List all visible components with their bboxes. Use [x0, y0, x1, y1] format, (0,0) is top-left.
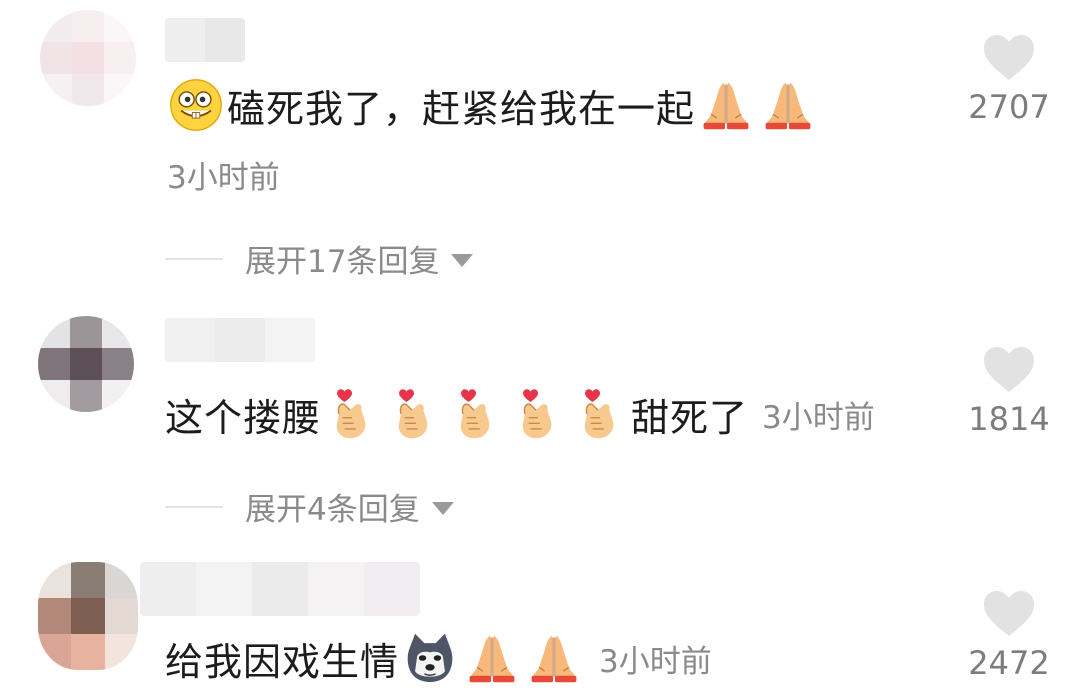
comment-body: 给我因戏生情	[165, 639, 400, 684]
avatar[interactable]	[38, 316, 134, 412]
comment-body: 磕死我了，赶紧给我在一起	[227, 86, 696, 131]
finger-heart-icon	[510, 386, 566, 442]
like-count: 2707	[968, 88, 1050, 126]
timestamp: 3小时前	[762, 399, 875, 436]
chevron-down-icon	[431, 502, 454, 515]
pray-hands-icon	[464, 630, 520, 686]
grinning-emoji-icon	[168, 77, 224, 133]
divider	[165, 257, 223, 260]
username-pixelated[interactable]	[165, 318, 315, 362]
heart-icon	[984, 591, 1034, 636]
pray-hands-icon	[526, 630, 582, 686]
expand-replies-label: 展开4条回复	[245, 492, 420, 528]
like-count: 2472	[968, 644, 1050, 682]
comment-item: 给我因戏生情 3小时前 2472	[0, 556, 1080, 696]
chevron-down-icon	[451, 254, 474, 267]
doge-emoji-icon	[402, 630, 458, 686]
like-button[interactable]: 2707	[964, 34, 1054, 126]
heart-icon	[984, 347, 1034, 392]
expand-replies-button[interactable]: 展开4条回复	[165, 484, 454, 529]
comment-item: 磕死我了，赶紧给我在一起 3小时前 展开17条回复 2707	[0, 0, 1080, 290]
avatar[interactable]	[40, 10, 136, 106]
finger-heart-icon	[572, 386, 628, 442]
timestamp: 3小时前	[599, 643, 712, 680]
heart-icon	[984, 35, 1034, 80]
pray-hands-icon	[760, 77, 816, 133]
comment-body-end: 甜死了	[631, 395, 749, 440]
comment-text: 给我因戏生情 3小时前	[165, 628, 712, 688]
like-count: 1814	[968, 400, 1050, 438]
expand-replies-label: 展开17条回复	[245, 244, 440, 280]
avatar[interactable]	[38, 562, 138, 670]
like-button[interactable]: 2472	[964, 590, 1054, 682]
timestamp: 3小时前	[167, 160, 280, 196]
username-pixelated[interactable]	[140, 562, 420, 616]
finger-heart-icon	[324, 386, 380, 442]
comment-body: 这个搂腰	[165, 395, 322, 440]
finger-heart-icon	[448, 386, 504, 442]
expand-replies-button[interactable]: 展开17条回复	[165, 236, 474, 281]
comment-item: 这个搂腰 甜死了 3小时前 展开4条回复 1814	[0, 300, 1080, 540]
like-button[interactable]: 1814	[964, 346, 1054, 438]
divider	[165, 505, 223, 508]
username-pixelated[interactable]	[165, 18, 245, 62]
comment-text: 这个搂腰 甜死了 3小时前	[165, 384, 875, 444]
finger-heart-icon	[386, 386, 442, 442]
comment-text: 磕死我了，赶紧给我在一起	[165, 76, 819, 134]
pray-hands-icon	[698, 77, 754, 133]
